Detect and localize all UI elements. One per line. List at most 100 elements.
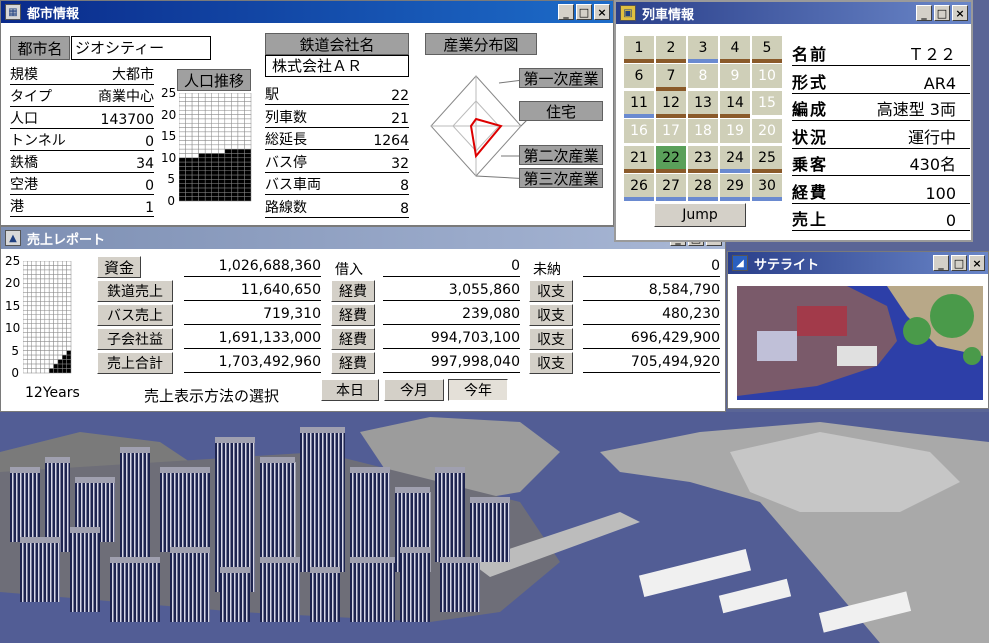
chart-empty-cell <box>185 118 193 124</box>
chart-bar-cell <box>231 174 239 180</box>
train-cell[interactable]: 10 <box>752 63 782 88</box>
train-cell[interactable]: 19 <box>720 118 750 143</box>
chart-empty-cell <box>62 314 67 320</box>
chart-empty-cell <box>35 336 41 342</box>
maximize-button[interactable]: □ <box>934 5 950 21</box>
chart-bar-cell <box>66 368 72 374</box>
chart-empty-cell <box>31 314 37 320</box>
chart-empty-cell <box>57 318 63 324</box>
minimize-button[interactable]: _ <box>558 4 574 20</box>
chart-bar-cell <box>57 359 63 365</box>
train-cell[interactable]: 15 <box>752 91 782 115</box>
train-cell[interactable]: 17 <box>656 118 686 143</box>
train-cell[interactable]: 30 <box>752 173 782 201</box>
train-cell[interactable]: 13 <box>688 91 718 118</box>
train-cell[interactable]: 21 <box>624 146 654 173</box>
period-month-button[interactable]: 今月 <box>384 379 444 401</box>
city-stat-value: 34 <box>136 156 154 172</box>
chart-bar-cell <box>204 157 212 163</box>
chart-empty-cell <box>53 350 59 356</box>
years-label: 12Years <box>25 385 80 401</box>
chart-empty-cell <box>62 327 67 333</box>
train-cell[interactable]: 12 <box>656 91 686 118</box>
train-cell[interactable]: 29 <box>720 173 750 201</box>
game-3d-view[interactable] <box>0 412 989 643</box>
train-cell-status-bar <box>656 169 686 173</box>
sales-row-button[interactable]: 子会社益 <box>97 328 173 350</box>
chart-empty-cell <box>57 345 63 351</box>
close-button[interactable]: × <box>952 5 968 21</box>
train-cell[interactable]: 26 <box>624 173 654 201</box>
train-cell[interactable]: 23 <box>688 146 718 173</box>
close-button[interactable]: × <box>594 4 610 20</box>
chart-empty-cell <box>48 269 54 275</box>
train-cell[interactable]: 22 <box>656 146 686 173</box>
sales-row-button[interactable]: 売上合計 <box>97 352 173 374</box>
minimize-button[interactable]: _ <box>916 5 932 21</box>
expense-button[interactable]: 経費 <box>331 352 375 374</box>
chart-empty-cell <box>244 131 252 137</box>
chart-empty-cell <box>31 287 37 293</box>
chart-empty-cell <box>40 323 46 329</box>
chart-empty-cell <box>224 110 232 115</box>
balance-button[interactable]: 収支 <box>529 352 573 374</box>
balance-button[interactable]: 収支 <box>529 304 573 326</box>
satellite-map[interactable] <box>737 286 983 400</box>
chart-empty-cell <box>35 363 41 369</box>
train-cell[interactable]: 18 <box>688 118 718 143</box>
balance-button[interactable]: 収支 <box>529 328 573 350</box>
maximize-button[interactable]: □ <box>576 4 592 20</box>
maximize-button[interactable]: □ <box>951 255 967 271</box>
train-cell[interactable]: 28 <box>688 173 718 201</box>
train-cell[interactable]: 4 <box>720 36 750 63</box>
chart-empty-cell <box>224 97 232 102</box>
expense-button[interactable]: 経費 <box>331 328 375 350</box>
train-cell[interactable]: 1 <box>624 36 654 63</box>
train-cell[interactable]: 25 <box>752 146 782 173</box>
period-today-button[interactable]: 本日 <box>321 379 379 401</box>
train-cell[interactable]: 14 <box>720 91 750 118</box>
train-cell-number: 14 <box>726 95 744 111</box>
train-cell[interactable]: 7 <box>656 63 686 91</box>
satellite-titlebar[interactable]: ◢ サテライト _ □ × <box>728 252 988 274</box>
close-button[interactable]: × <box>969 255 985 271</box>
minimize-button[interactable]: _ <box>933 255 949 271</box>
train-cell[interactable]: 16 <box>624 118 654 143</box>
company-stat-row: 駅 22 <box>265 83 409 105</box>
sales-row-button[interactable]: 鉄道売上 <box>97 280 173 302</box>
expense-button[interactable]: 経費 <box>331 280 375 302</box>
train-info-titlebar[interactable]: ▣ 列車情報 _ □ × <box>616 2 971 24</box>
chart-bar-cell <box>179 161 186 167</box>
train-cell[interactable]: 9 <box>720 63 750 88</box>
balance-button[interactable]: 収支 <box>529 280 573 302</box>
train-cell[interactable]: 27 <box>656 173 686 201</box>
train-cell[interactable]: 11 <box>624 91 654 118</box>
company-stat-row: バス車両 8 <box>265 173 409 195</box>
chart-empty-cell <box>53 332 59 338</box>
city-info-titlebar[interactable]: ▦ 都市情報 _ □ × <box>1 1 613 23</box>
sales-row-button[interactable]: バス売上 <box>97 304 173 326</box>
chart-bar-cell <box>224 183 232 189</box>
chart-bar-cell <box>62 368 67 374</box>
train-cell[interactable]: 24 <box>720 146 750 173</box>
chart-empty-cell <box>40 314 46 320</box>
chart-empty-cell <box>218 135 226 141</box>
jump-button[interactable]: Jump <box>654 203 746 227</box>
period-year-button[interactable]: 今年 <box>448 379 508 401</box>
train-detail-key: 乗客 <box>792 155 829 174</box>
city-stat-key: トンネル <box>10 133 66 149</box>
train-cell[interactable]: 2 <box>656 36 686 63</box>
train-cell[interactable]: 5 <box>752 36 782 63</box>
train-cell-status-bar <box>720 59 750 63</box>
train-cell[interactable]: 20 <box>752 118 782 143</box>
train-cell[interactable]: 3 <box>688 36 718 63</box>
chart-empty-cell <box>27 305 32 311</box>
chart-empty-cell <box>40 368 46 374</box>
chart-empty-cell <box>35 265 41 271</box>
train-cell[interactable]: 8 <box>688 63 718 88</box>
chart-empty-cell <box>35 350 41 356</box>
train-cell[interactable]: 6 <box>624 63 654 88</box>
expense-button[interactable]: 経費 <box>331 304 375 326</box>
chart-bar-cell <box>204 161 212 167</box>
city-name-field[interactable]: ジオシティー <box>71 36 211 60</box>
